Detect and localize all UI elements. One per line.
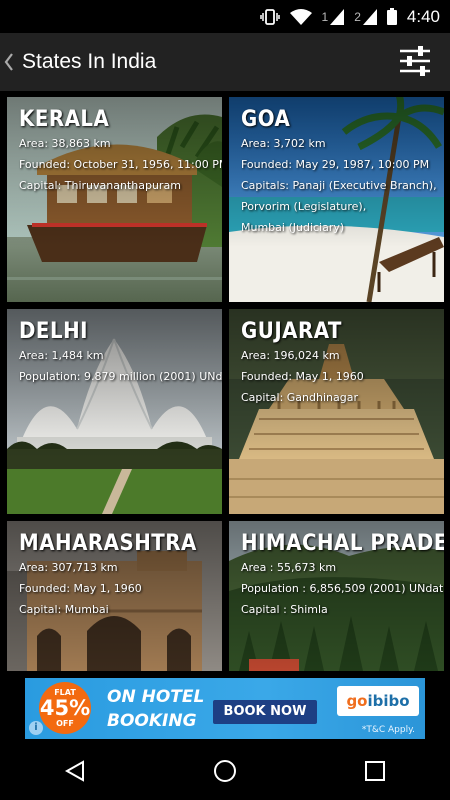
- book-now-button[interactable]: BOOK NOW: [213, 700, 317, 724]
- ad-headline: ON HOTEL BOOKING: [107, 685, 204, 733]
- state-population: Population: 9.879 million (2001) UNdata: [19, 370, 222, 383]
- vibrate-icon: [259, 8, 280, 25]
- card-info: MAHARASHTRA Area: 307,713 km Founded: Ma…: [19, 531, 216, 620]
- state-area: Area: 38,863 km: [19, 137, 111, 150]
- card-info: GOA Area: 3,702 km Founded: May 29, 1987…: [241, 107, 438, 238]
- chevron-left-icon[interactable]: [4, 53, 22, 71]
- ad-headline-line-2: BOOKING: [107, 711, 197, 731]
- state-name: DELHI: [19, 319, 88, 344]
- state-area: Area : 55,673 km: [241, 561, 337, 574]
- card-info: HIMACHAL PRADESH Area : 55,673 km Popula…: [241, 531, 444, 620]
- state-card-delhi[interactable]: DELHI Area: 1,484 km Population: 9.879 m…: [7, 309, 222, 514]
- card-info: GUJARAT Area: 196,024 km Founded: May 1,…: [241, 319, 438, 408]
- state-card-kerala[interactable]: KERALA Area: 38,863 km Founded: October …: [7, 97, 222, 302]
- wifi-icon: [289, 8, 312, 25]
- sliders-icon[interactable]: [398, 44, 432, 78]
- signal-icon: 2: [354, 8, 377, 25]
- page-title: States In India: [22, 50, 157, 73]
- state-capital: Capital: Gandhinagar: [241, 391, 358, 404]
- state-capital: Capital: Thiruvananthapuram: [19, 179, 181, 192]
- state-name: KERALA: [19, 107, 110, 132]
- discount-badge: FLAT 45% OFF: [39, 682, 91, 734]
- state-area: Area: 307,713 km: [19, 561, 118, 574]
- state-founded: Founded: May 1, 1960: [19, 582, 142, 595]
- state-founded: Founded: May 1, 1960: [241, 370, 364, 383]
- state-founded: Founded: October 31, 1956, 11:00 PM: [19, 158, 222, 171]
- state-name: GOA: [241, 107, 291, 132]
- state-capital: Porvorim (Legislature),: [241, 200, 367, 213]
- clock: 4:40: [406, 6, 440, 26]
- state-name: HIMACHAL PRADESH: [241, 531, 444, 556]
- state-population: Population : 6,856,509 (2001) UNdata: [241, 582, 444, 595]
- state-capital: Capitals: Panaji (Executive Branch),: [241, 179, 437, 192]
- ad-banner[interactable]: FLAT 45% OFF i ON HOTEL BOOKING BOOK NOW…: [25, 678, 425, 739]
- state-area: Area: 196,024 km: [241, 349, 340, 362]
- state-card-gujarat[interactable]: GUJARAT Area: 196,024 km Founded: May 1,…: [229, 309, 444, 514]
- card-info: DELHI Area: 1,484 km Population: 9.879 m…: [19, 319, 222, 387]
- battery-icon: [386, 8, 397, 25]
- back-triangle-icon[interactable]: [45, 751, 105, 791]
- state-area: Area: 3,702 km: [241, 137, 326, 150]
- state-capital: Capital : Shimla: [241, 603, 328, 616]
- brand-go: go: [346, 692, 368, 710]
- card-info: KERALA Area: 38,863 km Founded: October …: [19, 107, 222, 196]
- recents-square-icon[interactable]: [345, 751, 405, 791]
- badge-off: OFF: [56, 719, 74, 728]
- state-founded: Founded: May 29, 1987, 10:00 PM: [241, 158, 430, 171]
- state-area: Area: 1,484 km: [19, 349, 104, 362]
- brand-ibibo: ibibo: [367, 692, 410, 710]
- home-circle-icon[interactable]: [195, 751, 255, 791]
- system-nav-bar: [0, 742, 450, 800]
- state-name: MAHARASHTRA: [19, 531, 197, 556]
- ad-headline-line-1: ON HOTEL: [107, 687, 205, 707]
- states-grid: KERALA Area: 38,863 km Founded: October …: [0, 91, 450, 671]
- status-bar: 1 2 4:40: [0, 0, 450, 33]
- brand-logo: go ibibo: [337, 686, 419, 716]
- state-card-goa[interactable]: GOA Area: 3,702 km Founded: May 29, 1987…: [229, 97, 444, 302]
- signal-icon: 1: [321, 8, 345, 25]
- sim-2-label: 2: [354, 9, 361, 24]
- ad-info-icon[interactable]: i: [29, 721, 43, 735]
- app-bar: States In India: [0, 33, 450, 91]
- state-capital: Capital: Mumbai: [19, 603, 109, 616]
- badge-percent: 45%: [39, 696, 91, 720]
- state-capital: Mumbai (Judiciary): [241, 221, 345, 234]
- state-card-maharashtra[interactable]: MAHARASHTRA Area: 307,713 km Founded: Ma…: [7, 521, 222, 671]
- sim-1-label: 1: [321, 9, 329, 24]
- state-name: GUJARAT: [241, 319, 342, 344]
- state-card-himachal-pradesh[interactable]: HIMACHAL PRADESH Area : 55,673 km Popula…: [229, 521, 444, 671]
- ad-terms: *T&C Apply.: [361, 725, 415, 735]
